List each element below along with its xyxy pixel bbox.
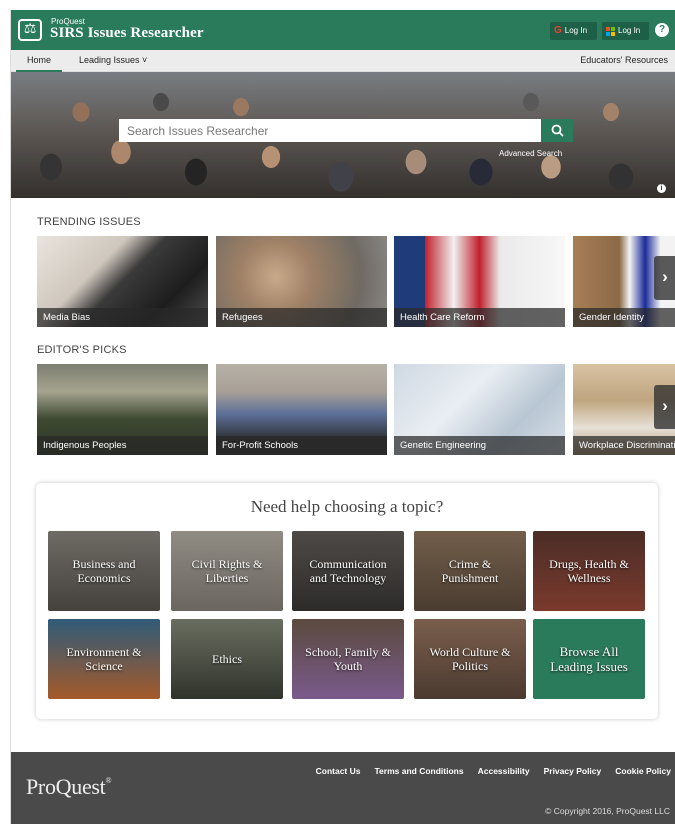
topic-communication-technology[interactable]: Communication and Technology	[292, 531, 404, 611]
copyright: © Copyright 2016, ProQuest LLC	[545, 806, 670, 816]
topic-world-culture-politics[interactable]: World Culture & Politics	[414, 619, 526, 699]
scales-logo-icon[interactable]: ⚖	[18, 19, 42, 41]
tile-caption: Health Care Reform	[394, 308, 565, 327]
topic-business-economics[interactable]: Business and Economics	[48, 531, 160, 611]
nav-leading-issues[interactable]: Leading Issues ˅	[79, 50, 147, 72]
tile-caption: Refugees	[216, 308, 387, 327]
topic-label: Drugs, Health & Wellness	[549, 557, 629, 585]
nav-home[interactable]: Home	[16, 50, 63, 72]
tile-caption: Genetic Engineering	[394, 436, 565, 455]
editors-tile-indigenous-peoples[interactable]: Indigenous Peoples	[37, 364, 208, 455]
product-title[interactable]: SIRS Issues Researcher	[50, 25, 204, 42]
page-frame: ⚖ ProQuest SIRS Issues Researcher G Log …	[10, 10, 675, 824]
trending-next-button[interactable]: ›	[654, 256, 675, 300]
google-login-label: Log In	[564, 26, 588, 35]
nav-educators-resources[interactable]: Educators' Resources	[580, 50, 668, 72]
topic-crime-punishment[interactable]: Crime & Punishment	[414, 531, 526, 611]
microsoft-icon	[606, 26, 615, 36]
browse-all-leading-issues-button[interactable]: Browse All Leading Issues	[533, 619, 645, 699]
search-bar	[119, 119, 573, 142]
topic-label: Communication and Technology	[309, 557, 387, 585]
topic-environment-science[interactable]: Environment & Science	[48, 619, 160, 699]
footer-link-accessibility[interactable]: Accessibility	[478, 766, 530, 776]
editors-tile-genetic-engineering[interactable]: Genetic Engineering	[394, 364, 565, 455]
trending-title: TRENDING ISSUES	[37, 216, 141, 228]
topic-label: Civil Rights & Liberties	[191, 557, 263, 585]
google-icon: G	[554, 25, 562, 36]
help-card-title: Need help choosing a topic?	[250, 497, 444, 516]
editors-next-button[interactable]: ›	[654, 385, 675, 429]
topic-ethics[interactable]: Ethics	[171, 619, 283, 699]
tile-caption: For-Profit Schools	[216, 436, 387, 455]
footer-link-privacy[interactable]: Privacy Policy	[544, 766, 602, 776]
search-icon	[551, 124, 564, 137]
trending-tile-media-bias[interactable]: Media Bias	[37, 236, 208, 327]
topic-drugs-health[interactable]: Drugs, Health & Wellness	[533, 531, 645, 611]
editors-tile-for-profit-schools[interactable]: For-Profit Schools	[216, 364, 387, 455]
footer-link-cookie[interactable]: Cookie Policy	[615, 766, 671, 776]
info-icon[interactable]: i	[657, 184, 666, 193]
search-input[interactable]	[119, 119, 541, 142]
topic-label: Crime & Punishment	[441, 557, 499, 585]
registered-mark-icon: ®	[105, 776, 112, 785]
microsoft-login-button[interactable]: Log In	[602, 22, 649, 40]
tile-caption: Workplace Discrimination	[573, 436, 675, 455]
hero-banner: Advanced Search i	[11, 72, 675, 198]
topic-school-family-youth[interactable]: School, Family & Youth	[292, 619, 404, 699]
topic-label: Environment & Science	[66, 645, 142, 673]
trending-tile-health-care-reform[interactable]: Health Care Reform	[394, 236, 565, 327]
footer-logo[interactable]: ProQuest®	[26, 774, 112, 800]
topic-label: Business and Economics	[72, 557, 136, 585]
footer: ProQuest® Contact Us Terms and Condition…	[11, 752, 675, 824]
topic-label: School, Family & Youth	[305, 645, 391, 673]
advanced-search-link[interactable]: Advanced Search	[499, 149, 562, 158]
trending-tile-refugees[interactable]: Refugees	[216, 236, 387, 327]
search-button[interactable]	[541, 119, 573, 142]
footer-link-contact[interactable]: Contact Us	[316, 766, 361, 776]
nav-bar: Home Leading Issues ˅ Educators' Resourc…	[11, 50, 675, 72]
topic-civil-rights[interactable]: Civil Rights & Liberties	[171, 531, 283, 611]
top-bar: ⚖ ProQuest SIRS Issues Researcher G Log …	[11, 10, 675, 50]
editors-picks-title: EDITOR'S PICKS	[37, 344, 127, 356]
tile-caption: Indigenous Peoples	[37, 436, 208, 455]
tile-caption: Media Bias	[37, 308, 208, 327]
google-login-button[interactable]: G Log In	[550, 22, 597, 40]
topic-label: Browse All Leading Issues	[550, 644, 628, 674]
topic-label: Ethics	[212, 652, 242, 666]
help-icon[interactable]: ?	[655, 23, 669, 37]
footer-link-terms[interactable]: Terms and Conditions	[375, 766, 464, 776]
footer-links: Contact Us Terms and Conditions Accessib…	[316, 766, 671, 776]
topic-help-card: Need help choosing a topic? Business and…	[36, 483, 658, 719]
tile-caption: Gender Identity	[573, 308, 675, 327]
topic-label: World Culture & Politics	[429, 645, 511, 673]
footer-logo-text: ProQuest	[26, 774, 106, 799]
microsoft-login-label: Log In	[618, 26, 641, 35]
